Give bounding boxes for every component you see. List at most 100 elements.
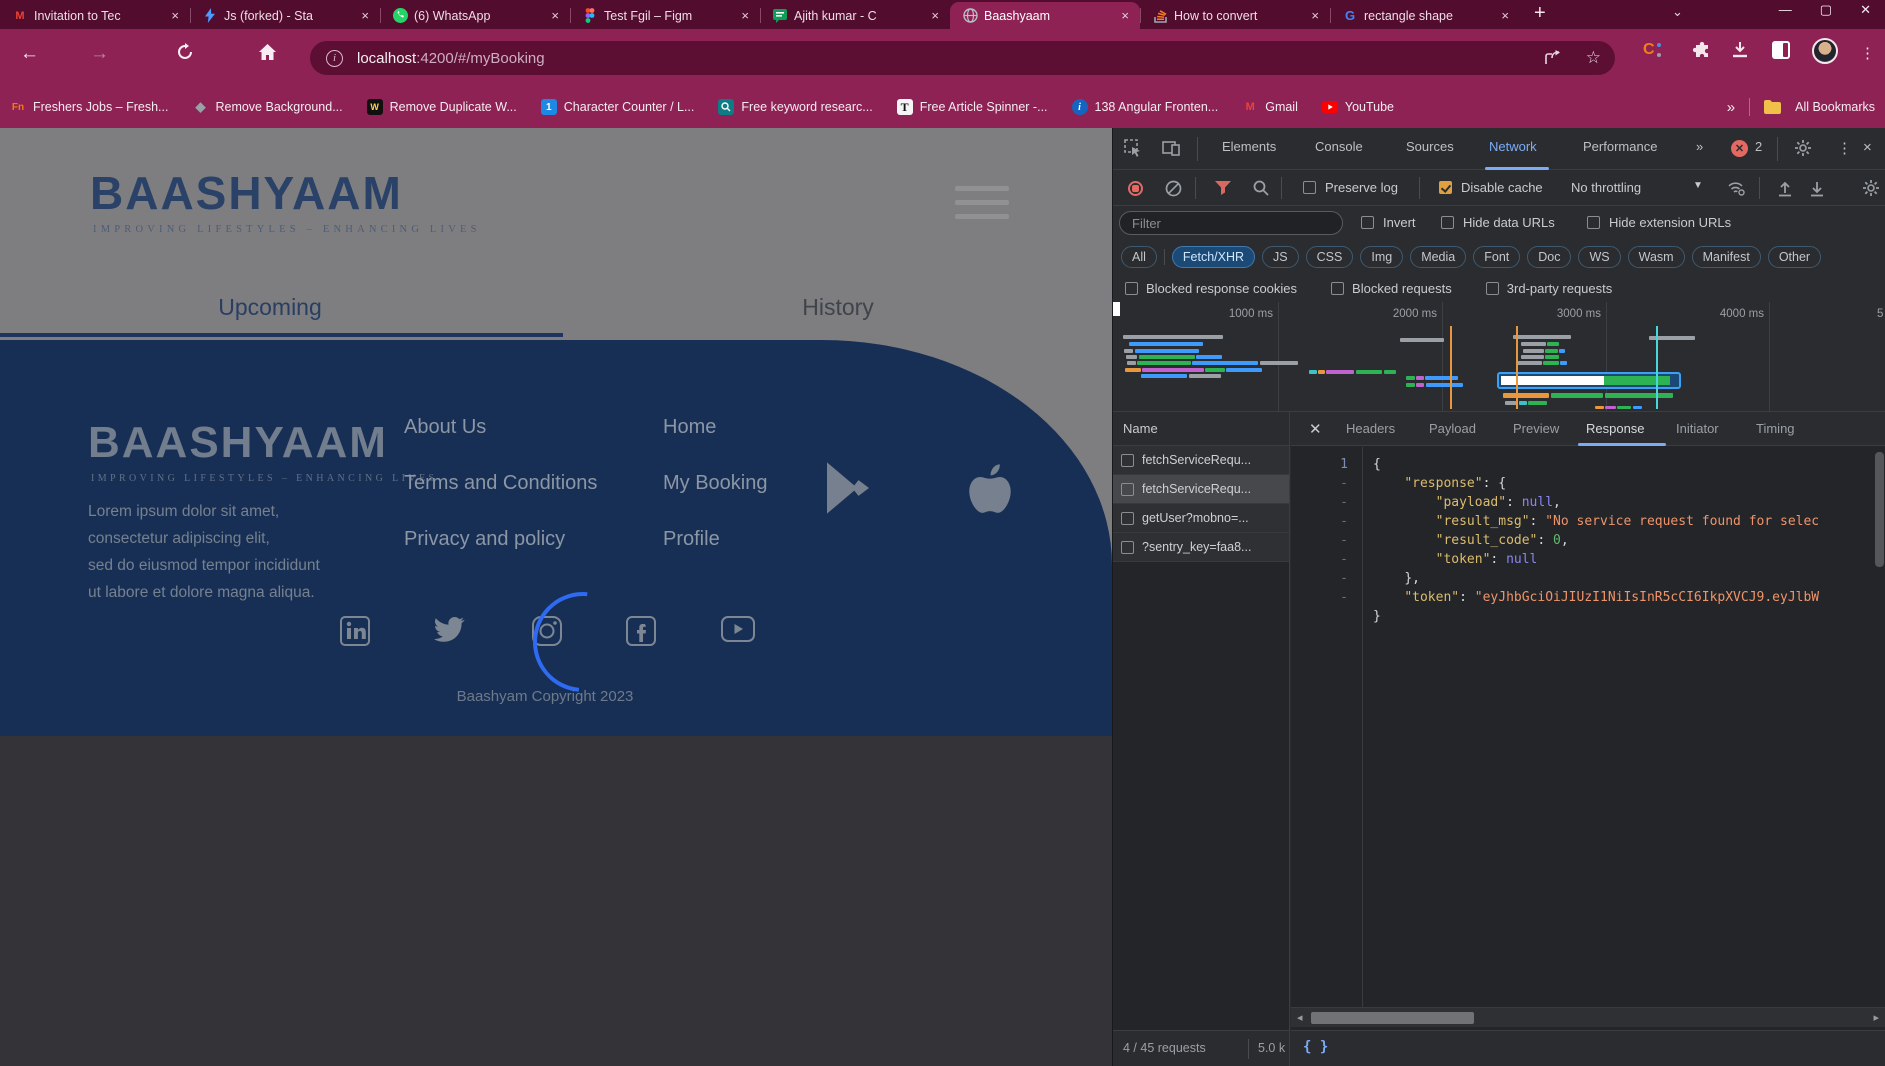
- url-text[interactable]: localhost:4200/#/myBooking: [357, 50, 545, 67]
- scrollbar-thumb[interactable]: [1311, 1012, 1474, 1024]
- site-info-icon[interactable]: i: [326, 50, 343, 67]
- footer-link-home[interactable]: Home: [663, 416, 923, 439]
- inspect-icon[interactable]: [1123, 138, 1143, 158]
- window-maximize-button[interactable]: ▢: [1820, 2, 1832, 18]
- bookmark-item[interactable]: YouTube: [1322, 99, 1394, 115]
- error-badge-icon[interactable]: ✕: [1731, 140, 1748, 157]
- tab-close-icon[interactable]: ×: [928, 8, 942, 23]
- checkbox-blocked-requests[interactable]: [1331, 282, 1344, 295]
- throttling-select[interactable]: No throttling: [1571, 180, 1641, 195]
- hide-extension-urls-checkbox[interactable]: [1587, 216, 1600, 229]
- pill-css[interactable]: CSS: [1306, 246, 1354, 268]
- requests-header[interactable]: Name: [1113, 412, 1289, 446]
- browser-tab[interactable]: (6) WhatsApp×: [380, 2, 570, 29]
- hide-data-urls-checkbox[interactable]: [1441, 216, 1454, 229]
- record-icon[interactable]: [1125, 178, 1145, 198]
- browser-tab[interactable]: Baashyaam×: [950, 2, 1140, 29]
- tab-history[interactable]: History: [708, 294, 968, 321]
- browser-tab[interactable]: Grectangle shape×: [1330, 2, 1520, 29]
- browser-tab[interactable]: How to convert×: [1140, 2, 1330, 29]
- browser-tab[interactable]: Js (forked) - Sta×: [190, 2, 380, 29]
- browser-tab[interactable]: Ajith kumar - C×: [760, 2, 950, 29]
- download-icon[interactable]: [1731, 41, 1749, 59]
- preserve-log-checkbox[interactable]: [1303, 181, 1316, 194]
- close-response-icon[interactable]: ✕: [1309, 420, 1322, 438]
- pill-all[interactable]: All: [1121, 246, 1157, 268]
- filter-funnel-icon[interactable]: [1213, 178, 1233, 198]
- pill-ws[interactable]: WS: [1578, 246, 1620, 268]
- youtube-icon[interactable]: [721, 616, 755, 642]
- response-tab-preview[interactable]: Preview: [1513, 421, 1559, 436]
- checkbox-blocked-response-cookies[interactable]: [1125, 282, 1138, 295]
- bookmark-item[interactable]: i138 Angular Fronten...: [1072, 99, 1219, 115]
- response-tab-headers[interactable]: Headers: [1346, 421, 1395, 436]
- disable-cache-checkbox[interactable]: [1439, 181, 1452, 194]
- pill-other[interactable]: Other: [1768, 246, 1821, 268]
- request-row[interactable]: fetchServiceRequ...: [1113, 446, 1289, 475]
- tab-close-icon[interactable]: ×: [1308, 8, 1322, 23]
- hamburger-menu-icon[interactable]: [955, 186, 1009, 228]
- bookmark-star-icon[interactable]: ☆: [1586, 48, 1601, 68]
- tab-close-icon[interactable]: ×: [168, 8, 182, 23]
- import-har-icon[interactable]: [1775, 178, 1795, 198]
- puzzle-icon[interactable]: [1692, 41, 1712, 61]
- devtools-tab-console[interactable]: Console: [1315, 139, 1363, 154]
- devtools-tab-sources[interactable]: Sources: [1406, 139, 1454, 154]
- pill-doc[interactable]: Doc: [1527, 246, 1571, 268]
- colorzilla-icon[interactable]: C: [1643, 41, 1655, 59]
- scroll-left-icon[interactable]: ◂: [1297, 1011, 1303, 1024]
- bookmark-item[interactable]: MGmail: [1242, 99, 1298, 115]
- invert-checkbox[interactable]: [1361, 216, 1374, 229]
- share-icon[interactable]: [1544, 50, 1562, 66]
- tab-close-icon[interactable]: ×: [738, 8, 752, 23]
- bookmarks-overflow-button[interactable]: »: [1727, 99, 1735, 116]
- devtools-tab-network[interactable]: Network: [1489, 139, 1537, 154]
- tab-upcoming[interactable]: Upcoming: [140, 294, 400, 321]
- bookmark-item[interactable]: Free keyword researc...: [718, 99, 872, 115]
- more-vert-icon[interactable]: ⋮: [1837, 139, 1852, 157]
- response-tab-initiator[interactable]: Initiator: [1676, 421, 1719, 436]
- browser-tab[interactable]: Test Fgil – Figm×: [570, 2, 760, 29]
- response-tab-timing[interactable]: Timing: [1756, 421, 1795, 436]
- throttling-chevron-icon[interactable]: ▼: [1693, 180, 1703, 191]
- devtools-tab-elements[interactable]: Elements: [1222, 139, 1276, 154]
- network-overview-timeline[interactable]: 1000 ms2000 ms3000 ms4000 ms5: [1113, 302, 1885, 412]
- bookmark-item[interactable]: ◆Remove Background...: [192, 99, 342, 115]
- tab-close-icon[interactable]: ×: [548, 8, 562, 23]
- request-row[interactable]: fetchServiceRequ...: [1113, 475, 1289, 504]
- device-toolbar-icon[interactable]: [1161, 138, 1181, 158]
- footer-link-privacy-and-policy[interactable]: Privacy and policy: [404, 528, 664, 551]
- filter-input[interactable]: [1119, 211, 1343, 235]
- browser-tab[interactable]: MInvitation to Tec×: [0, 2, 190, 29]
- devtools-tab-performance[interactable]: Performance: [1583, 139, 1657, 154]
- window-close-button[interactable]: ✕: [1860, 2, 1871, 18]
- gear-icon[interactable]: [1861, 178, 1881, 198]
- clear-icon[interactable]: [1163, 178, 1183, 198]
- request-checkbox[interactable]: [1121, 512, 1134, 525]
- vertical-scrollbar[interactable]: [1875, 452, 1884, 567]
- menu-dots-icon[interactable]: ⋮: [1860, 44, 1875, 62]
- request-checkbox[interactable]: [1121, 541, 1134, 554]
- apple-icon[interactable]: [962, 460, 1018, 522]
- tab-close-icon[interactable]: ×: [1498, 8, 1512, 23]
- checkbox-3rd-party-requests[interactable]: [1486, 282, 1499, 295]
- response-code-area[interactable]: 1------- { "response": { "payload": null…: [1291, 447, 1885, 1007]
- home-icon[interactable]: [258, 43, 277, 61]
- all-bookmarks-button[interactable]: All Bookmarks: [1795, 100, 1875, 114]
- more-tabs-button[interactable]: »: [1696, 139, 1703, 154]
- settings-gear-icon[interactable]: [1793, 138, 1813, 158]
- forward-icon[interactable]: →: [90, 43, 109, 65]
- footer-link-profile[interactable]: Profile: [663, 528, 923, 551]
- network-conditions-icon[interactable]: [1727, 178, 1747, 198]
- avatar[interactable]: [1812, 38, 1838, 64]
- export-har-icon[interactable]: [1807, 178, 1827, 198]
- response-tab-payload[interactable]: Payload: [1429, 421, 1476, 436]
- response-tab-response[interactable]: Response: [1586, 421, 1645, 436]
- request-checkbox[interactable]: [1121, 454, 1134, 467]
- new-tab-button[interactable]: +: [1534, 2, 1546, 25]
- pill-media[interactable]: Media: [1410, 246, 1466, 268]
- footer-link-terms-and-conditions[interactable]: Terms and Conditions: [404, 472, 664, 495]
- google-play-icon[interactable]: [822, 460, 874, 522]
- bookmark-item[interactable]: TFree Article Spinner -...: [897, 99, 1048, 115]
- tab-search-chevron-icon[interactable]: ⌄: [1672, 4, 1683, 20]
